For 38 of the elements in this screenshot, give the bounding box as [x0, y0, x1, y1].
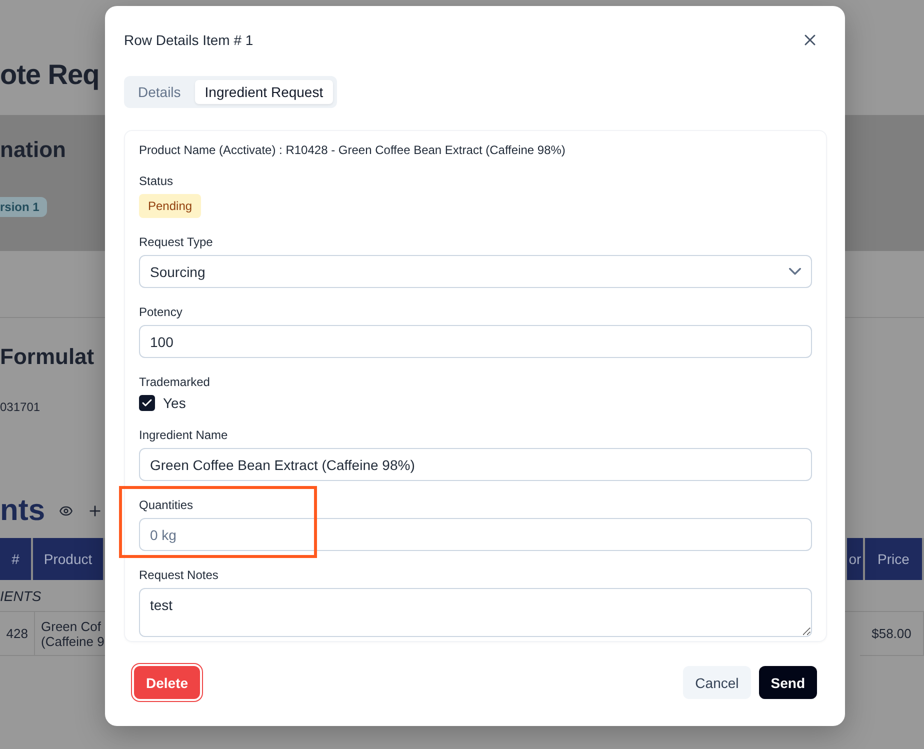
eye-icon[interactable]	[59, 504, 73, 518]
field-label: Request Type	[139, 235, 214, 249]
field-label: Quantities	[139, 498, 194, 512]
table-cell: $58.00	[860, 612, 924, 656]
cancel-button[interactable]: Cancel	[683, 666, 751, 699]
tab[interactable]: Details	[128, 80, 191, 104]
chevron-down-icon	[789, 268, 801, 275]
tab[interactable]: Ingredient Request	[194, 80, 334, 104]
product-name: Product Name (Acctivate) : R10428 - Green Coffee Bean Extract (Caffeine 98%)	[139, 143, 566, 157]
section-heading: nation	[0, 137, 66, 163]
field-label: Potency	[139, 305, 184, 319]
notes-field[interactable]: test	[139, 588, 812, 637]
field-label: Ingredient Name	[139, 428, 229, 442]
request-type-select[interactable]: Sourcing	[139, 255, 812, 288]
check-icon	[141, 397, 153, 409]
column-header: Product	[33, 538, 105, 580]
status-badge: Pending	[139, 194, 202, 218]
send-button[interactable]: Send	[758, 666, 817, 699]
input-field[interactable]: 0 kg	[139, 518, 812, 551]
field-label: Request Notes	[139, 568, 220, 582]
field-label: Status	[139, 174, 174, 188]
formulation-code: 031701	[0, 400, 40, 414]
formulation-heading: Formulat	[0, 344, 94, 370]
table-cell: 428	[0, 612, 35, 656]
ingredients-heading: nts	[0, 494, 45, 528]
field-label: Trademarked	[139, 375, 211, 389]
column-header: #	[0, 538, 33, 580]
input-field[interactable]: 100	[139, 325, 812, 358]
column-header: Price	[865, 538, 924, 580]
column-header: or	[847, 538, 865, 580]
input-field[interactable]: Green Coffee Bean Extract (Caffeine 98%)	[139, 448, 812, 481]
plus-icon[interactable]	[87, 503, 103, 519]
checkbox-label: Yes	[163, 395, 186, 411]
delete-button[interactable]: Delete	[134, 666, 200, 699]
dialog-title: Row Details Item # 1	[124, 32, 254, 48]
version-badge: rsion 1	[0, 197, 48, 217]
checkbox[interactable]	[139, 395, 155, 411]
page-title: ote Req	[0, 59, 100, 91]
